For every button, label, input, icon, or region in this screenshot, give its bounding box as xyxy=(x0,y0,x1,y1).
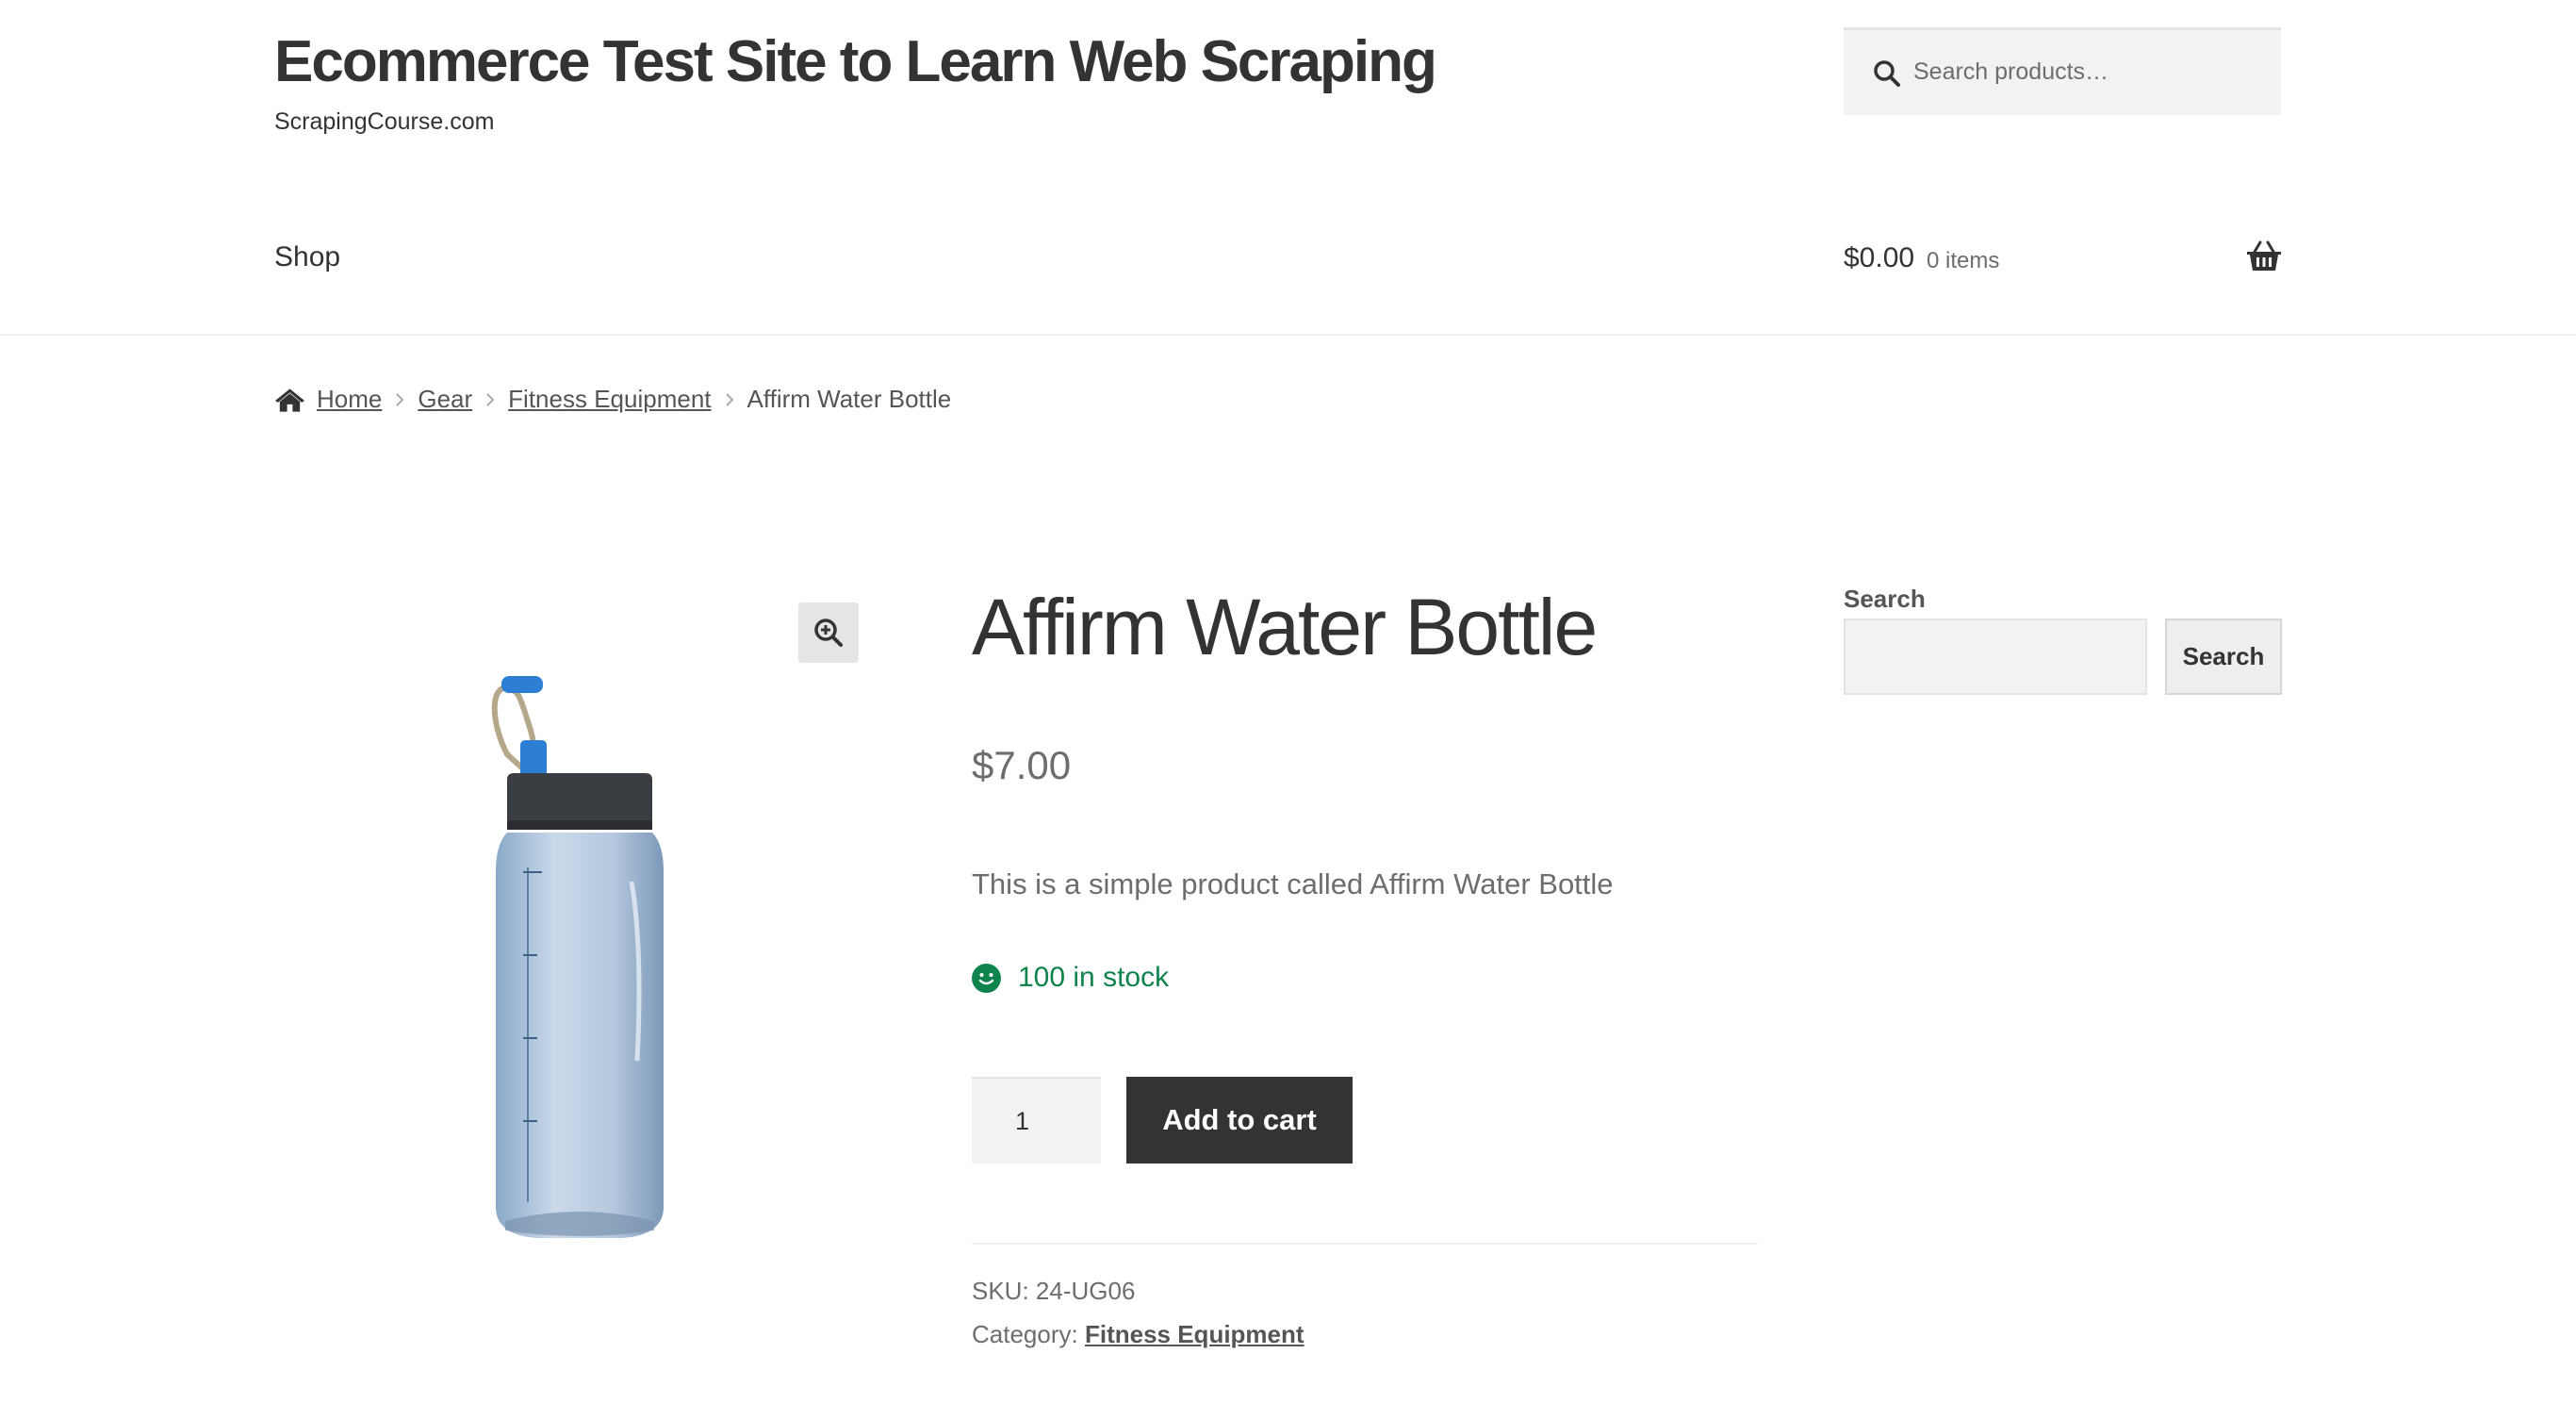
sidebar-search-label: Search xyxy=(1844,585,1926,613)
stock-status: 100 in stock xyxy=(972,962,1169,994)
breadcrumb-gear[interactable]: Gear xyxy=(418,385,472,414)
meta-divider xyxy=(972,1243,1758,1245)
cart-basket-icon[interactable] xyxy=(2246,240,2282,272)
chevron-right-icon xyxy=(396,392,404,406)
chevron-right-icon xyxy=(486,392,495,406)
search-input[interactable] xyxy=(1913,30,2262,113)
cart-amount[interactable]: $0.00 xyxy=(1844,242,1914,274)
product-sku: SKU: 24-UG06 xyxy=(972,1277,1135,1306)
site-title[interactable]: Ecommerce Test Site to Learn Web Scrapin… xyxy=(274,28,1437,95)
product-title: Affirm Water Bottle xyxy=(972,583,1598,671)
zoom-button[interactable] xyxy=(798,602,859,663)
sidebar-search-button[interactable]: Search xyxy=(2165,619,2282,695)
cart-count[interactable]: 0 items xyxy=(1927,248,1999,274)
header-search[interactable] xyxy=(1844,27,2281,115)
sku-value: 24-UG06 xyxy=(1035,1277,1136,1305)
breadcrumb-current: Affirm Water Bottle xyxy=(747,385,952,413)
quantity-input[interactable] xyxy=(972,1077,1101,1164)
breadcrumb-home[interactable]: Home xyxy=(317,385,382,414)
product-price: $7.00 xyxy=(972,743,1072,787)
site-tagline: ScrapingCourse.com xyxy=(274,108,495,135)
header-divider xyxy=(0,334,2576,336)
home-icon xyxy=(274,388,305,412)
breadcrumb-fitness-equipment[interactable]: Fitness Equipment xyxy=(508,385,711,414)
chevron-right-icon xyxy=(725,392,733,406)
zoom-in-icon xyxy=(814,619,843,647)
product-description: This is a simple product called Affirm W… xyxy=(972,867,1614,900)
search-icon xyxy=(1874,60,1900,87)
category-label: Category: xyxy=(972,1320,1078,1348)
product-image[interactable] xyxy=(471,665,697,1245)
smile-icon xyxy=(972,963,1001,993)
product-category: Category: Fitness Equipment xyxy=(972,1320,1304,1349)
add-to-cart-button[interactable]: Add to cart xyxy=(1126,1077,1353,1164)
breadcrumb: Home Gear Fitness Equipment Affirm Water… xyxy=(274,385,951,414)
stock-label: 100 in stock xyxy=(1018,962,1170,993)
sidebar-search-input[interactable] xyxy=(1844,619,2147,695)
category-link[interactable]: Fitness Equipment xyxy=(1085,1320,1304,1348)
sku-label: SKU: xyxy=(972,1277,1029,1305)
nav-shop-link[interactable]: Shop xyxy=(274,241,340,273)
